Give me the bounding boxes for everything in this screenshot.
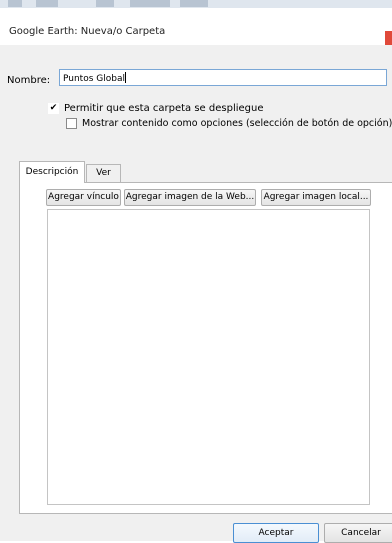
name-input[interactable]: Puntos Global [59,69,387,86]
cancel-button[interactable]: Cancelar [324,523,392,543]
add-link-button[interactable]: Agregar vínculo [46,189,121,206]
new-folder-dialog: Google Earth: Nueva/o Carpeta Nombre: Pu… [0,8,392,543]
text-caret [124,72,126,83]
toolbar-icon [36,0,58,7]
allow-expand-label: Permitir que esta carpeta se despliegue [64,103,264,114]
toolbar-icon [130,0,170,7]
add-web-image-button[interactable]: Agregar imagen de la Web... [124,189,256,206]
name-label: Nombre: [7,75,51,86]
description-textarea[interactable] [47,209,370,505]
name-input-value: Puntos Global [63,74,125,84]
tab-description[interactable]: Descripción [19,161,85,183]
tab-view[interactable]: Ver [86,164,121,182]
title-bar: Google Earth: Nueva/o Carpeta [0,8,392,45]
window-title: Google Earth: Nueva/o Carpeta [9,26,166,37]
close-button[interactable] [385,31,392,45]
show-as-radio-option[interactable]: Mostrar contenido como opciones (selecci… [66,118,392,129]
show-as-radio-label: Mostrar contenido como opciones (selecci… [82,118,392,129]
add-local-image-button[interactable]: Agregar imagen local... [261,189,371,206]
toolbar-icon [96,0,114,7]
show-as-radio-checkbox[interactable] [66,118,77,129]
ok-button[interactable]: Aceptar [233,523,319,543]
allow-expand-option[interactable]: ✔ Permitir que esta carpeta se despliegu… [48,103,264,114]
toolbar-icon [180,0,208,7]
allow-expand-checkbox[interactable]: ✔ [48,103,59,114]
toolbar-icon [8,0,22,7]
